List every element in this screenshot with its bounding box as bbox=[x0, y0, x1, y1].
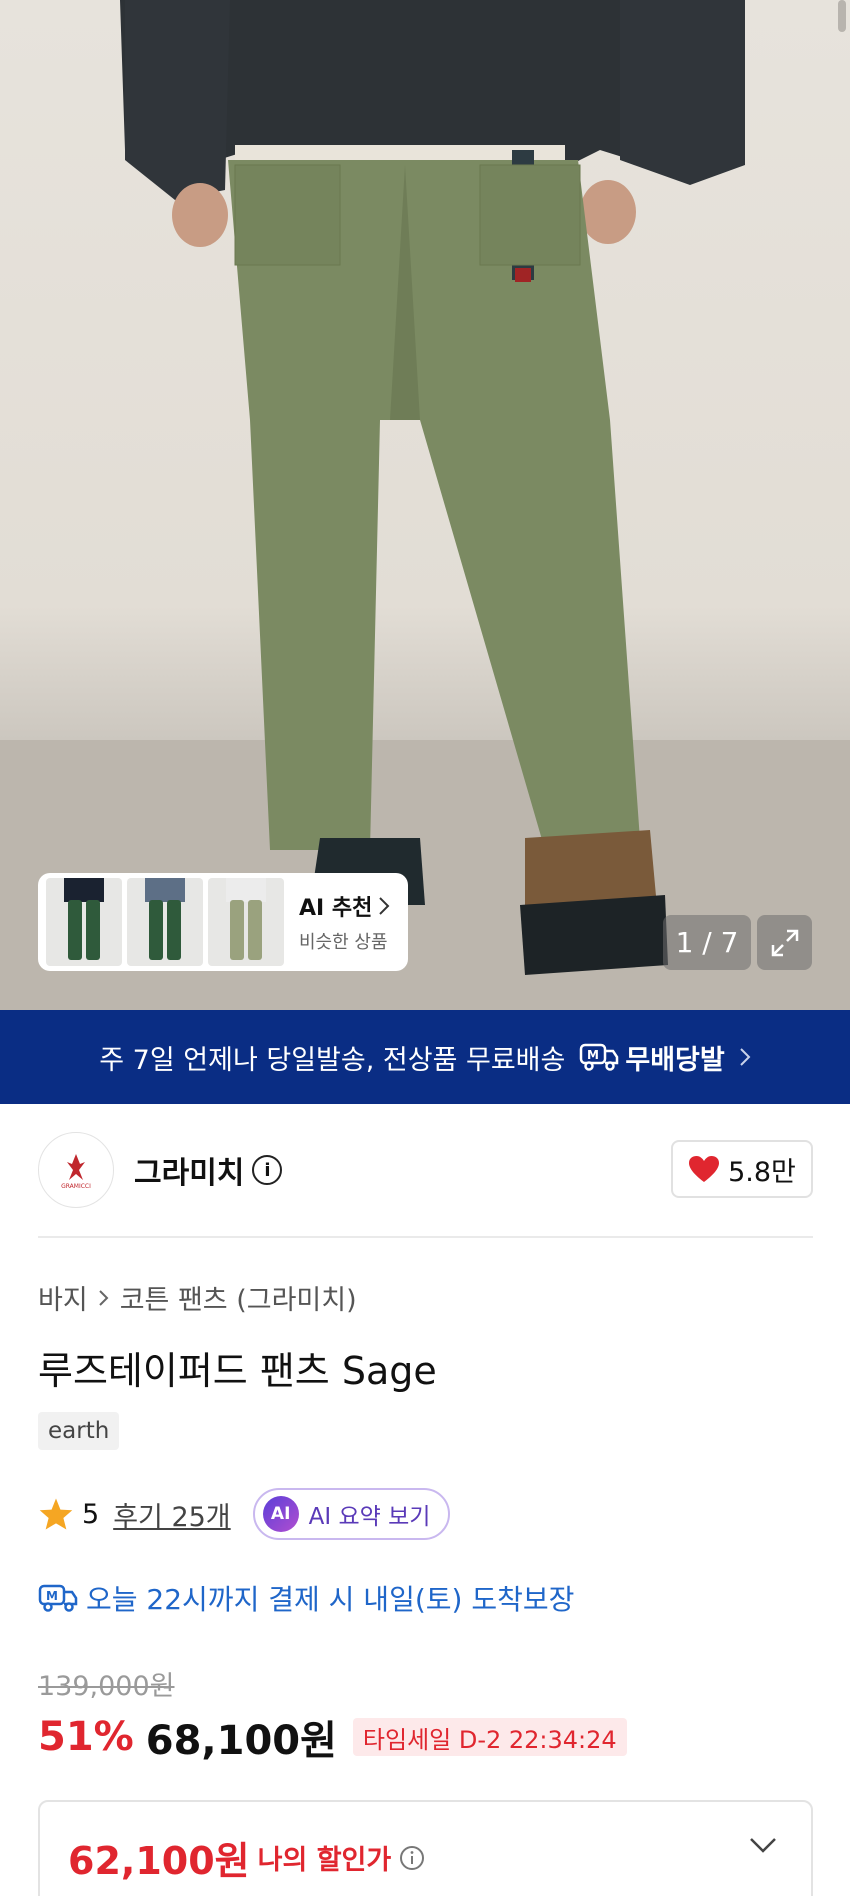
svg-text:M: M bbox=[46, 1589, 58, 1603]
ai-recommend-title: AI 추천 bbox=[299, 896, 373, 921]
scrollbar[interactable] bbox=[838, 0, 846, 32]
thumbnail[interactable] bbox=[46, 878, 122, 966]
thumbnail[interactable] bbox=[208, 878, 284, 966]
ai-recommend-card[interactable]: AI 추천 비슷한 상품 bbox=[38, 873, 408, 971]
brand-name[interactable]: 그라미치 bbox=[134, 1148, 244, 1192]
expand-button[interactable] bbox=[757, 915, 812, 970]
svg-text:GRAMICCI: GRAMICCI bbox=[61, 1183, 91, 1190]
timesale-badge: 타임세일 D-2 22:34:24 bbox=[352, 1718, 627, 1756]
original-price: 139,000원 bbox=[38, 1671, 175, 1702]
ai-summary-label: AI 요약 보기 bbox=[308, 1504, 431, 1530]
ai-summary-button[interactable]: AI AI 요약 보기 bbox=[252, 1488, 451, 1540]
star-icon bbox=[39, 1498, 73, 1530]
delivery-truck-icon: M bbox=[38, 1584, 78, 1612]
delivery-text: 오늘 22시까지 결제 시 내일(토) 도착보장 bbox=[86, 1583, 575, 1616]
breadcrumb-subcategory[interactable]: 코튼 팬츠 (그라미치) bbox=[120, 1278, 357, 1317]
free-shipping-banner[interactable]: 주 7일 언제나 당일발송, 전상품 무료배송 M 무배당발 bbox=[0, 1010, 850, 1104]
chevron-down-icon[interactable] bbox=[749, 1836, 777, 1854]
ai-recommend-text[interactable]: AI 추천 비슷한 상품 bbox=[299, 890, 390, 954]
brand-logo-image: GRAMICCI bbox=[61, 1154, 91, 1190]
my-price-dropdown[interactable]: 62,100원 나의 할인가 bbox=[38, 1800, 813, 1896]
banner-brand: 무배당발 bbox=[625, 1044, 725, 1076]
brand-row: GRAMICCI 그라미치 i 5.8만 bbox=[38, 1132, 813, 1208]
delivery-truck-icon: M bbox=[580, 1043, 619, 1071]
product-photo bbox=[0, 0, 850, 1010]
thumbnail[interactable] bbox=[127, 878, 203, 966]
breadcrumb-category[interactable]: 바지 bbox=[38, 1278, 88, 1317]
product-title: 루즈테이퍼드 팬츠 Sage bbox=[38, 1349, 437, 1393]
svg-text:M: M bbox=[587, 1048, 599, 1062]
breadcrumb: 바지 코튼 팬츠 (그라미치) bbox=[38, 1278, 357, 1317]
expand-icon bbox=[771, 929, 798, 956]
info-icon[interactable] bbox=[399, 1845, 425, 1871]
banner-text: 주 7일 언제나 당일발송, 전상품 무료배송 bbox=[99, 1044, 566, 1076]
product-tag: earth bbox=[38, 1412, 120, 1450]
heart-icon bbox=[689, 1156, 720, 1182]
rating-row: 5 후기 25개 AI AI 요약 보기 bbox=[38, 1488, 451, 1540]
rating-score: 5 bbox=[82, 1498, 100, 1530]
like-count: 5.8만 bbox=[728, 1156, 796, 1188]
info-icon[interactable]: i bbox=[252, 1155, 283, 1185]
product-image[interactable]: AI 추천 비슷한 상품 1 / 7 bbox=[0, 0, 850, 1010]
like-button[interactable]: 5.8만 bbox=[671, 1140, 813, 1198]
discount-rate: 51% bbox=[38, 1714, 134, 1760]
ai-badge-icon: AI bbox=[262, 1496, 299, 1532]
chevron-right-icon bbox=[98, 1289, 109, 1306]
divider bbox=[38, 1236, 813, 1238]
my-discount-label: 나의 할인가 bbox=[257, 1845, 392, 1876]
brand-logo[interactable]: GRAMICCI bbox=[38, 1132, 114, 1208]
chevron-right-icon bbox=[379, 897, 390, 915]
review-link[interactable]: 후기 25개 bbox=[113, 1495, 230, 1534]
chevron-right-icon bbox=[740, 1048, 751, 1066]
delivery-guarantee: M 오늘 22시까지 결제 시 내일(토) 도착보장 bbox=[38, 1578, 574, 1618]
ai-recommend-subtitle: 비슷한 상품 bbox=[299, 932, 388, 953]
price-row: 51% 68,100원 타임세일 D-2 22:34:24 bbox=[38, 1708, 627, 1766]
my-discount-price: 62,100원 bbox=[68, 1839, 250, 1883]
sale-price: 68,100원 bbox=[145, 1718, 337, 1764]
image-page-indicator: 1 / 7 bbox=[663, 915, 751, 970]
